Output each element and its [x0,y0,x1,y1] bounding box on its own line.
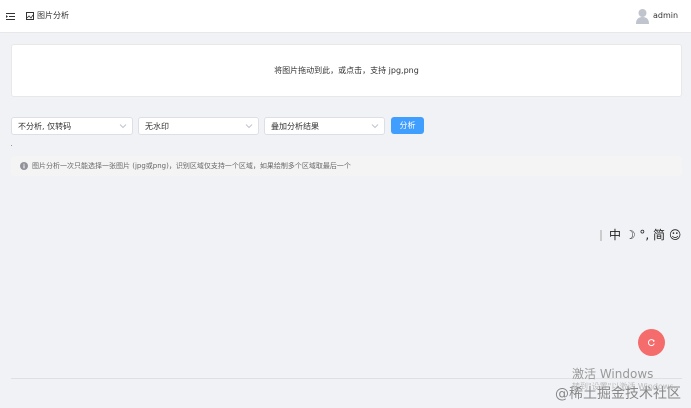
watermark-select[interactable]: 无水印 [138,117,259,135]
overlay-select[interactable]: 叠加分析结果 [264,117,385,135]
divider-dot [11,145,12,146]
chevron-down-icon [245,124,253,129]
top-header: 图片分析 admin [0,0,691,33]
image-upload-dropzone[interactable]: 将图片拖动到此，或点击，支持 jpg,png [11,44,682,97]
analysis-mode-select[interactable]: 不分析, 仅转码 [11,117,133,135]
floating-action-button[interactable] [638,329,665,356]
overlay-value: 叠加分析结果 [271,122,319,131]
info-text: 图片分析一次只能选择一张图片 (jpg或png)，识别区域仅支持一个区域，如果绘… [32,162,351,170]
refresh-icon [647,339,655,347]
image-page-icon [26,12,34,20]
ime-toolbar[interactable]: 中 ☽ °, 简 ☺ [600,227,691,243]
chevron-down-icon [371,124,379,129]
chevron-down-icon [119,124,127,129]
user-name[interactable]: admin [653,11,678,21]
windows-activation-title: 激活 Windows [572,367,654,381]
page-title: 图片分析 [37,11,69,20]
analysis-mode-value: 不分析, 仅转码 [18,122,72,131]
info-alert: 图片分析一次只能选择一张图片 (jpg或png)，识别区域仅支持一个区域，如果绘… [11,156,682,176]
user-avatar-icon[interactable] [636,8,649,24]
watermark-value: 无水印 [145,122,169,131]
analyze-button[interactable]: 分析 [391,117,424,134]
ime-drag-handle[interactable] [600,230,602,241]
info-icon [20,162,28,170]
site-watermark: @稀土掘金技术社区 [555,386,681,402]
menu-toggle-icon[interactable] [6,12,15,21]
ime-status-text[interactable]: 中 ☽ °, 简 ☺ [609,228,681,242]
upload-hint: 将图片拖动到此，或点击，支持 jpg,png [274,66,419,75]
